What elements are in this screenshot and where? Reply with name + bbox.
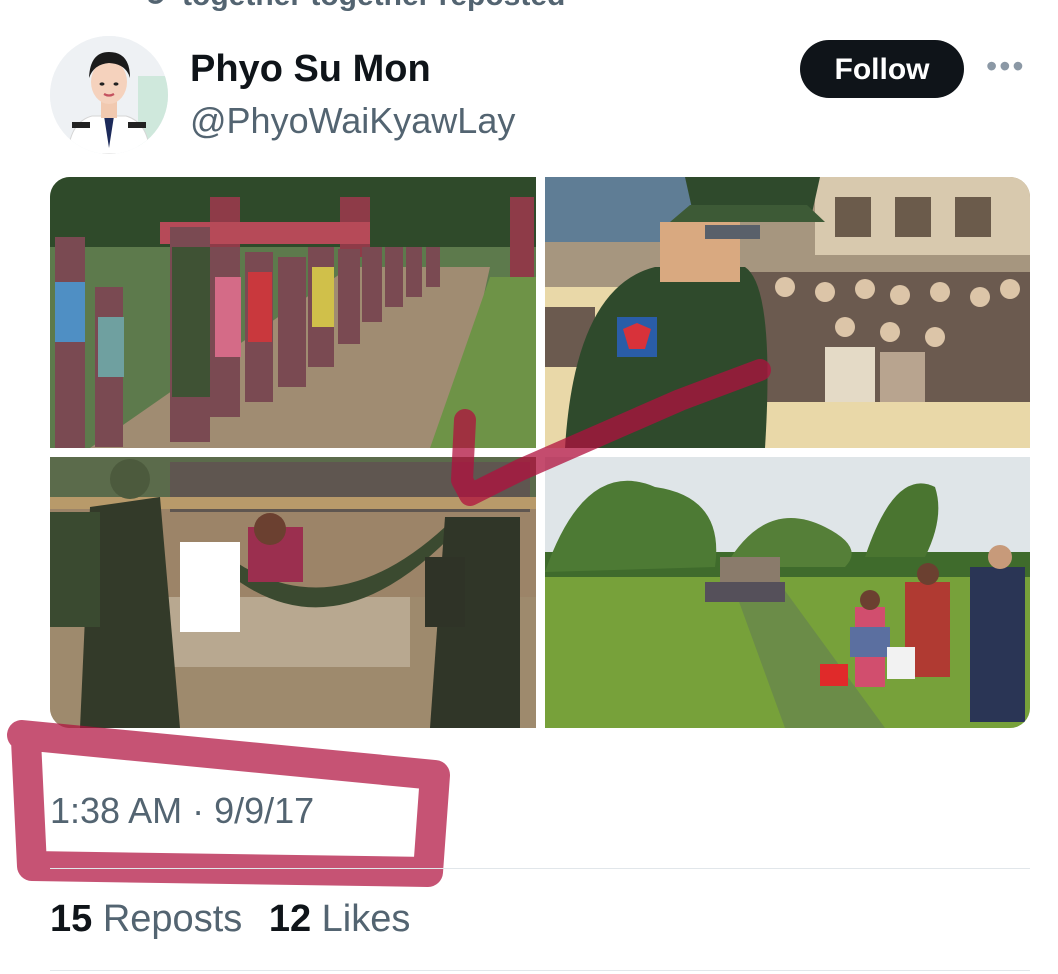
repost-context-text: together together reposted [182,0,565,12]
reposts-count: 15 [50,898,93,940]
repost-context[interactable]: ⟲together together reposted [140,0,565,13]
photo-field-crossing[interactable] [545,457,1030,728]
avatar[interactable] [50,36,168,154]
media-grid [50,177,1030,728]
divider [50,868,1030,869]
author-name[interactable]: Phyo Su Mon [190,48,431,91]
photo-villagers-walking[interactable] [50,177,536,448]
likes-stat[interactable]: 12 Likes [269,898,411,940]
photo-carrying-hammock[interactable] [50,457,536,728]
divider [50,970,1030,971]
author-handle[interactable]: @PhyoWaiKyawLay [190,100,515,142]
repost-icon: ⟲ [140,0,182,13]
more-options-icon[interactable]: ••• [986,48,1026,85]
photo-field-crossing-image [545,457,1030,728]
photo-soldier-greeting-image [545,177,1030,448]
avatar-image [50,36,168,154]
photo-carrying-hammock-image [50,457,536,728]
tweet-timestamp[interactable]: 1:38 AM · 9/9/17 [50,790,314,832]
follow-button[interactable]: Follow [800,40,964,98]
likes-count: 12 [268,898,312,940]
photo-villagers-walking-image [50,177,536,448]
reposts-label: Reposts [102,898,243,940]
engagement-stats: 15 Reposts 12 Likes [50,898,426,941]
likes-label: Likes [321,898,411,940]
photo-soldier-greeting[interactable] [545,177,1030,448]
reposts-stat[interactable]: 15 Reposts [50,898,242,940]
